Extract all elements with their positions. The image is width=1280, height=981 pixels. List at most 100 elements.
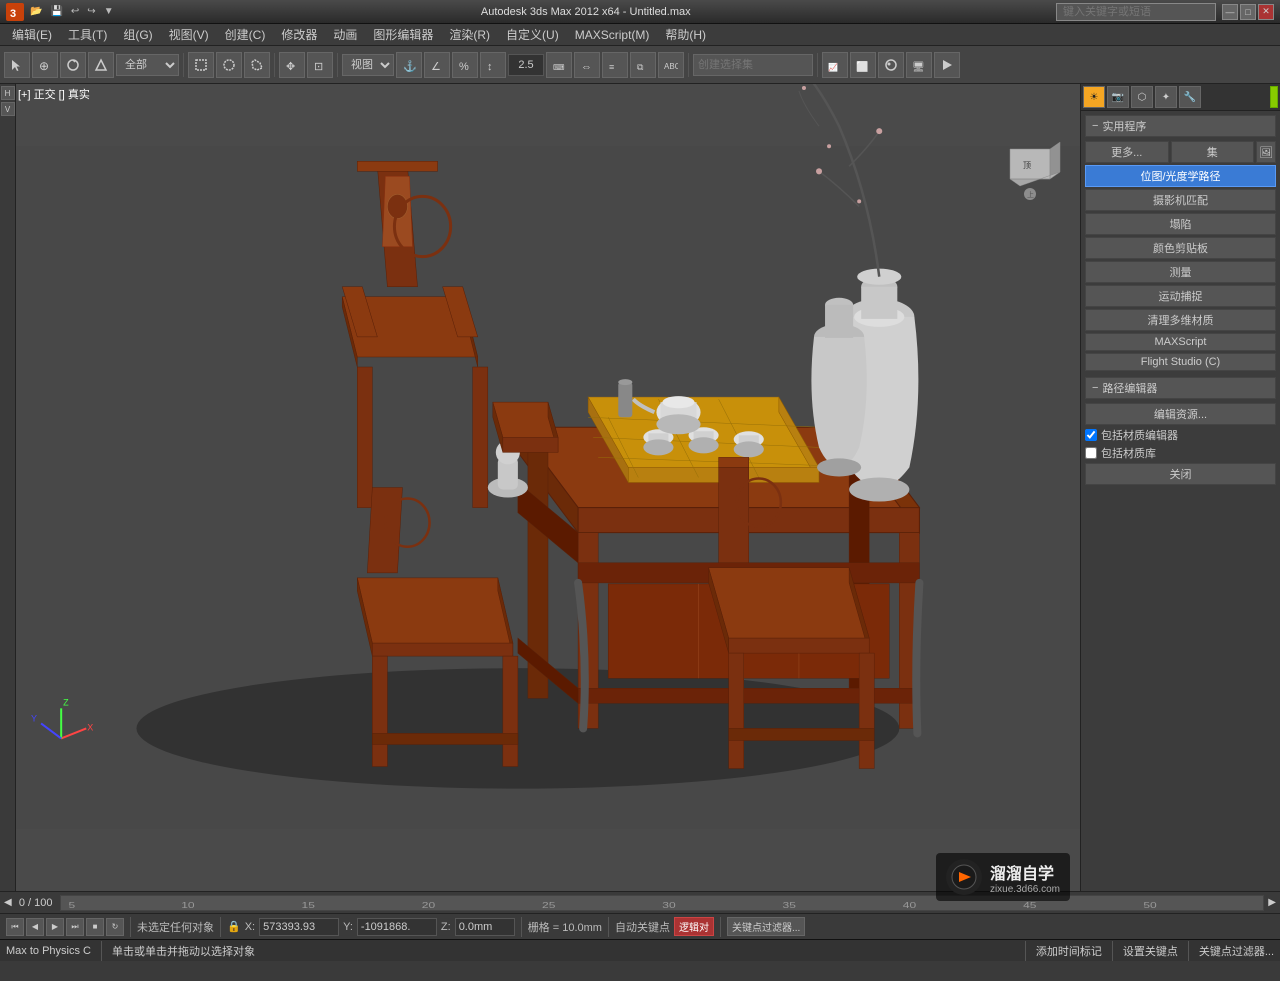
y-input[interactable]: [357, 918, 437, 936]
restore-button[interactable]: □: [1240, 4, 1256, 20]
mirror-tool[interactable]: ⇔: [574, 52, 600, 78]
svg-text:🖥: 🖥: [912, 61, 925, 72]
material-editor[interactable]: [878, 52, 904, 78]
include-mat-lib-checkbox[interactable]: [1085, 447, 1097, 459]
set-btn[interactable]: 集: [1171, 141, 1255, 163]
search-input[interactable]: [1056, 3, 1216, 21]
utility-item-0[interactable]: 位图/光度学路径: [1085, 165, 1276, 187]
icon-btn[interactable]: 🖼: [1256, 141, 1276, 163]
edit-resources-btn[interactable]: 编辑资源...: [1085, 403, 1276, 425]
quick-access-undo[interactable]: ↩: [69, 6, 81, 17]
utility-item-5[interactable]: 运动捕捉: [1085, 285, 1276, 307]
select-filter-dropdown[interactable]: 全部 几何体 图形 灯光 摄影机: [116, 54, 179, 76]
tab-tools[interactable]: 🔧: [1179, 86, 1201, 108]
3d-scene: X Z Y: [16, 84, 1080, 891]
abc-btn[interactable]: ABC: [658, 52, 684, 78]
play-btn[interactable]: ⏮: [6, 918, 24, 936]
quick-access-save[interactable]: 💾: [48, 6, 64, 17]
stop-btn[interactable]: ■: [86, 918, 104, 936]
step-back-btn[interactable]: ◀: [26, 918, 44, 936]
render-setup[interactable]: 🖥: [906, 52, 932, 78]
include-mat-editor-checkbox[interactable]: [1085, 429, 1097, 441]
tab-create[interactable]: ⬡: [1131, 86, 1153, 108]
play-forward-btn[interactable]: ▶: [46, 918, 64, 936]
pan-tool[interactable]: ✥: [279, 52, 305, 78]
zoom-ext[interactable]: ⊡: [307, 52, 333, 78]
menu-customize[interactable]: 自定义(U): [498, 24, 567, 45]
quick-access-redo[interactable]: ↪: [85, 6, 97, 17]
spinner-snap[interactable]: ↕: [480, 52, 506, 78]
schematic-view[interactable]: ⬜: [850, 52, 876, 78]
select-tool[interactable]: [4, 52, 30, 78]
tab-lights[interactable]: ✦: [1155, 86, 1177, 108]
loop-btn[interactable]: ↻: [106, 918, 124, 936]
curve-editor[interactable]: 📈: [822, 52, 848, 78]
align-tool[interactable]: ≡: [602, 52, 628, 78]
playback-controls: ⏮ ◀ ▶ ⏭ ■ ↻: [6, 918, 124, 936]
timeline-prev[interactable]: ◀: [4, 897, 12, 908]
fence-select[interactable]: [244, 52, 270, 78]
menu-help[interactable]: 帮助(H): [657, 24, 714, 45]
menu-graph-editor[interactable]: 图形编辑器: [365, 24, 441, 45]
minimize-button[interactable]: —: [1222, 4, 1238, 20]
menu-create[interactable]: 创建(C): [217, 24, 274, 45]
close-btn[interactable]: 关闭: [1085, 463, 1276, 485]
utility-item-1[interactable]: 摄影机匹配: [1085, 189, 1276, 211]
selection-set-input[interactable]: [693, 54, 813, 76]
toolbar-separator-2: [274, 53, 275, 77]
menu-maxscript[interactable]: MAXScript(M): [567, 26, 658, 44]
utility-item-2[interactable]: 塌陷: [1085, 213, 1276, 235]
utility-item-4[interactable]: 测量: [1085, 261, 1276, 283]
layer-mgr[interactable]: ⧉: [630, 52, 656, 78]
utility-item-7[interactable]: MAXScript: [1085, 333, 1276, 351]
snap-toggle[interactable]: ⚓: [396, 52, 422, 78]
svg-text:Y: Y: [31, 713, 37, 723]
status-sep-2: [220, 917, 221, 937]
rotate-tool[interactable]: [60, 52, 86, 78]
x-input[interactable]: [259, 918, 339, 936]
utility-item-3[interactable]: 颜色剪贴板: [1085, 237, 1276, 259]
keyboard-shortcut[interactable]: ⌨: [546, 52, 572, 78]
menu-edit[interactable]: 编辑(E): [4, 24, 60, 45]
scale-tool[interactable]: [88, 52, 114, 78]
utility-item-6[interactable]: 清理多维材质: [1085, 309, 1276, 331]
left-tool-1[interactable]: H: [1, 86, 15, 100]
tab-utility[interactable]: ☀: [1083, 86, 1105, 108]
menu-animation[interactable]: 动画: [325, 24, 365, 45]
menu-tools[interactable]: 工具(T): [60, 24, 115, 45]
menu-render[interactable]: 渲染(R): [441, 24, 498, 45]
tab-camera[interactable]: 📷: [1107, 86, 1129, 108]
lock-icon: 🔒: [227, 920, 241, 933]
view-dropdown[interactable]: 视图 世界 屏幕 局部: [342, 54, 394, 76]
step-forward-btn[interactable]: ⏭: [66, 918, 84, 936]
close-button[interactable]: ✕: [1258, 4, 1274, 20]
circle-select[interactable]: [216, 52, 242, 78]
app-logo: 3: [6, 3, 24, 21]
z-input[interactable]: [455, 918, 515, 936]
autokey-btn[interactable]: 逻辑对: [674, 917, 714, 936]
render-btn[interactable]: [934, 52, 960, 78]
rect-select[interactable]: [188, 52, 214, 78]
x-label: X:: [245, 921, 255, 933]
left-tool-2[interactable]: V: [1, 102, 15, 116]
menu-modifiers[interactable]: 修改器: [273, 24, 325, 45]
percent-snap[interactable]: %: [452, 52, 478, 78]
quick-access-open[interactable]: 📂: [28, 6, 44, 17]
angle-snap[interactable]: ∠: [424, 52, 450, 78]
key-filter-btn[interactable]: 关键点过滤器...: [727, 917, 805, 936]
menu-view[interactable]: 视图(V): [161, 24, 217, 45]
utility-item-8[interactable]: Flight Studio (C): [1085, 353, 1276, 371]
menu-group[interactable]: 组(G): [115, 24, 160, 45]
path-collapse[interactable]: −: [1092, 382, 1098, 394]
quick-access-settings[interactable]: ▼: [102, 6, 116, 17]
timeline-track[interactable]: 5 10 15 20 25 30 35 40 45 50: [60, 895, 1265, 911]
path-section: − 路径编辑器 编辑资源... 包括材质编辑器 包括材质库 关闭: [1085, 377, 1276, 485]
zoom-input[interactable]: [508, 54, 544, 76]
toolbar-separator-1: [183, 53, 184, 77]
viewport-area[interactable]: [+] 正交 [] 真实: [16, 84, 1080, 891]
move-tool[interactable]: ⊕: [32, 52, 58, 78]
viewcube[interactable]: 顶 上: [995, 134, 1065, 204]
timeline-next[interactable]: ▶: [1268, 897, 1276, 908]
more-btn[interactable]: 更多...: [1085, 141, 1169, 163]
utility-collapse[interactable]: −: [1092, 120, 1098, 132]
